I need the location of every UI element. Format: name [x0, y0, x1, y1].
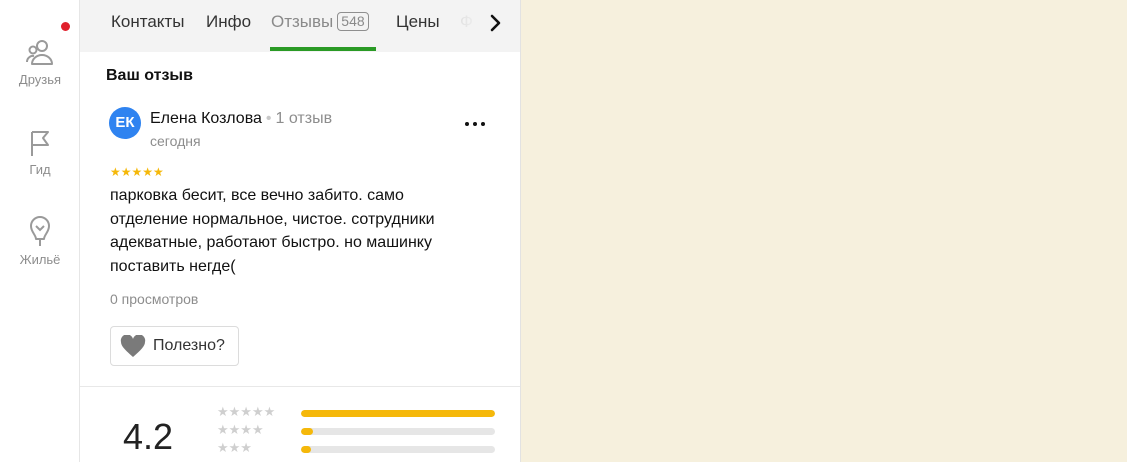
- distribution-bar: [301, 410, 495, 417]
- notification-dot: [61, 22, 70, 31]
- housing-icon: [30, 216, 50, 246]
- tab-reviews[interactable]: Отзывы 548: [271, 12, 369, 32]
- review-views: 0 просмотров: [110, 291, 199, 307]
- review-author-line: Елена Козлова • 1 отзыв: [150, 110, 332, 128]
- your-review-title: Ваш отзыв: [106, 67, 193, 84]
- distribution-stars: ★★★★: [217, 422, 264, 437]
- review-stars: ★★★★★: [110, 165, 164, 179]
- tab-reviews-label: Отзывы: [271, 12, 334, 31]
- distribution-bar: [301, 428, 495, 435]
- useful-button-label: Полезно?: [153, 337, 225, 354]
- distribution-bar: [301, 446, 495, 453]
- section-divider: [80, 386, 520, 387]
- review-text: парковка бесит, все вечно забито. само о…: [110, 187, 435, 275]
- distribution-bar-fill: [301, 428, 313, 435]
- distribution-bar-fill: [301, 446, 311, 453]
- map-area[interactable]: [521, 0, 1127, 462]
- rail-item-friends-label: Друзья: [18, 72, 62, 87]
- overall-rating: 4.2: [123, 416, 174, 457]
- tab-prices[interactable]: Цены: [396, 12, 440, 32]
- place-panel: Контакты Инфо Отзывы548 Цены Ф Ваш отзыв…: [80, 0, 521, 462]
- distribution-bar-fill: [301, 410, 495, 417]
- rail-item-housing-label: Жильё: [19, 252, 61, 267]
- friends-icon: [25, 40, 53, 65]
- rail-item-guide-label: Гид: [29, 162, 51, 177]
- author-review-count: 1 отзыв: [275, 110, 333, 127]
- avatar[interactable]: ЕК: [109, 107, 141, 139]
- active-tab-underline: [270, 47, 376, 51]
- rail-item-housing[interactable]: Жильё: [0, 214, 80, 267]
- distribution-stars: ★★★: [217, 440, 252, 455]
- useful-button[interactable]: Полезно?: [110, 326, 239, 366]
- tab-contacts[interactable]: Контакты: [111, 12, 184, 32]
- review-author-name[interactable]: Елена Козлова: [150, 110, 262, 127]
- distribution-stars: ★★★★★: [217, 404, 276, 419]
- heart-icon: [120, 335, 146, 357]
- reviews-count-badge: 548: [337, 12, 369, 31]
- review-date: сегодня: [150, 133, 201, 149]
- author-separator: •: [265, 110, 272, 127]
- tab-info[interactable]: Инфо: [206, 12, 251, 32]
- chevron-right-icon[interactable]: [485, 12, 507, 34]
- rail-item-guide[interactable]: Гид: [0, 128, 80, 177]
- tab-bar: Контакты Инфо Отзывы548 Цены Ф: [80, 0, 520, 52]
- more-options-icon[interactable]: [463, 117, 487, 131]
- flag-icon: [31, 131, 49, 156]
- left-rail: Друзья Гид Жильё: [0, 0, 80, 462]
- rail-item-friends[interactable]: Друзья: [0, 38, 80, 87]
